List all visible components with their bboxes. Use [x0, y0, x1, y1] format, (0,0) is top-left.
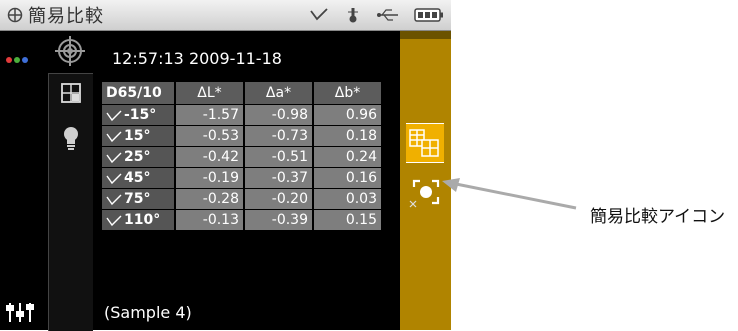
table-header-row: D65/10 ΔL* Δa* Δb* [102, 82, 381, 104]
delta-a-header: Δa* [245, 82, 312, 104]
sample-label: (Sample 4) [104, 303, 192, 322]
device-screen: 簡易比較 12:57:13 2009-11-18 D65/10 ΔL* Δa* … [0, 0, 451, 331]
lightbulb-icon[interactable] [62, 126, 80, 152]
angle-cell: -15° [102, 105, 174, 125]
target-icon[interactable] [48, 31, 92, 71]
delta-l-cell: -0.13 [176, 210, 243, 230]
delta-b-cell: 0.24 [314, 147, 381, 167]
angle-cell: 110° [102, 210, 174, 230]
table-view-icon[interactable] [406, 123, 444, 163]
table-row: 45° -0.19 -0.37 0.16 [102, 168, 381, 188]
angle-cell: 75° [102, 189, 174, 209]
grid-icon[interactable] [60, 82, 82, 104]
angle-label: 75° [124, 191, 151, 207]
sliders-icon[interactable] [6, 301, 36, 323]
angle-cell: 15° [102, 126, 174, 146]
table-row: -15° -1.57 -0.98 0.96 [102, 105, 381, 125]
delta-a-cell: -0.37 [245, 168, 312, 188]
angle-icon [106, 215, 122, 227]
angle-label: 25° [124, 149, 151, 165]
delta-b-header: Δb* [314, 82, 381, 104]
delta-b-cell: 0.15 [314, 210, 381, 230]
delta-a-cell: -0.98 [245, 105, 312, 125]
delta-b-cell: 0.18 [314, 126, 381, 146]
delta-l-cell: -0.19 [176, 168, 243, 188]
angle-label: -15° [124, 107, 157, 123]
angle-icon [106, 194, 122, 206]
page-title: 簡易比較 [28, 6, 104, 27]
callout-label: 簡易比較アイコン [590, 207, 726, 227]
color-difference-table: D65/10 ΔL* Δa* Δb* -15° -1.57 -0.98 0.96 15°… [100, 81, 383, 231]
sub-mode-rail [48, 73, 93, 331]
delta-b-cell: 0.96 [314, 105, 381, 125]
angle-label: 110° [124, 212, 161, 228]
delta-l-cell: -0.28 [176, 189, 243, 209]
compare-icon [7, 7, 23, 23]
delta-a-cell: -0.39 [245, 210, 312, 230]
angle-label: 15° [124, 128, 151, 144]
table-row: 75° -0.28 -0.20 0.03 [102, 189, 381, 209]
quick-compare-icon[interactable] [408, 173, 444, 213]
color-dots-icon[interactable] [6, 48, 30, 67]
angle-icon [106, 131, 122, 143]
delta-a-cell: -0.20 [245, 189, 312, 209]
delta-l-cell: -0.53 [176, 126, 243, 146]
angle-cell: 25° [102, 147, 174, 167]
angle-icon [106, 173, 122, 185]
angle-icon [106, 110, 122, 122]
illuminant-header: D65/10 [102, 82, 174, 104]
delta-l-header: ΔL* [176, 82, 243, 104]
measurement-datetime: 12:57:13 2009-11-18 [112, 49, 282, 68]
delta-b-cell: 0.03 [314, 189, 381, 209]
table-row: 25° -0.42 -0.51 0.24 [102, 147, 381, 167]
title-bar: 簡易比較 [0, 0, 451, 31]
delta-a-cell: -0.73 [245, 126, 312, 146]
temperature-icon [348, 8, 358, 23]
angle-cell: 45° [102, 168, 174, 188]
usb-icon [377, 9, 398, 21]
results-pane: 12:57:13 2009-11-18 D65/10 ΔL* Δa* Δb* -… [96, 31, 400, 330]
delta-b-cell: 0.16 [314, 168, 381, 188]
table-row: 110° -0.13 -0.39 0.15 [102, 210, 381, 230]
angle-label: 45° [124, 170, 151, 186]
angle-icon [106, 152, 122, 164]
delta-a-cell: -0.51 [245, 147, 312, 167]
right-toolbar-top [400, 31, 451, 39]
delta-l-cell: -1.57 [176, 105, 243, 125]
left-rail [0, 31, 48, 330]
measure-angle-icon [310, 8, 328, 21]
callout-arrow [442, 178, 577, 210]
delta-l-cell: -0.42 [176, 147, 243, 167]
table-row: 15° -0.53 -0.73 0.18 [102, 126, 381, 146]
battery-icon [414, 8, 443, 22]
